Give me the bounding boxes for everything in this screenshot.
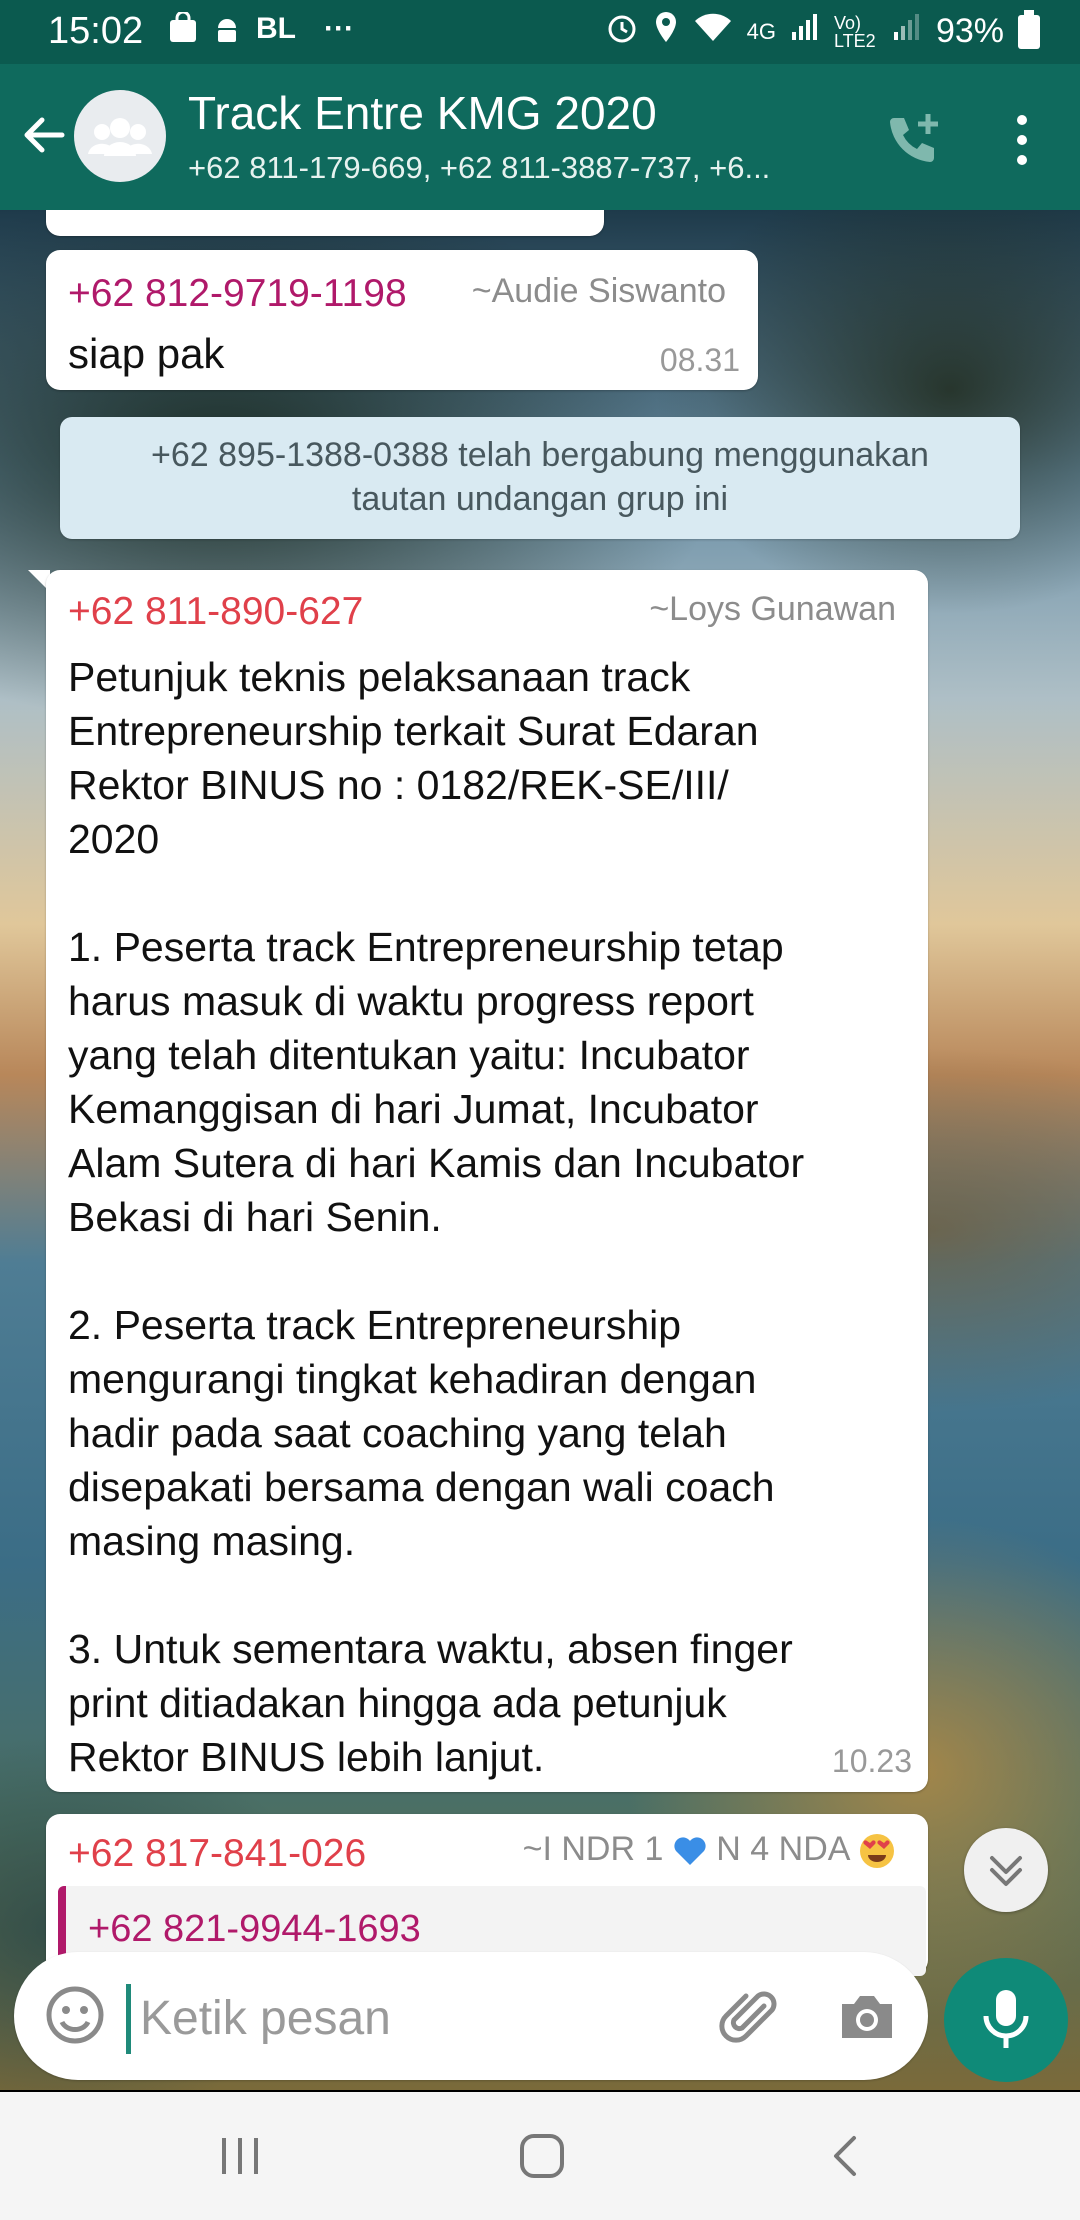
message-bubble-cutoff[interactable] [46,210,604,236]
text-cursor [126,1984,131,2054]
heart-eyes-emoji-icon [858,1830,896,1869]
system-notice-line2: tautan undangan grup ini [351,480,729,518]
location-icon [653,10,679,53]
message-line: 2. Peserta track Entrepreneurship [68,1302,682,1348]
message-line: hadir pada saat coaching yang telah [68,1410,727,1456]
shopping-bag-icon [168,10,198,52]
quoted-sender: +62 821-9944-1693 [88,1908,421,1950]
status-bar: 15:02 BL ··· 4G Vo) LTE2 93% [0,0,1080,64]
chat-header: Track Entre KMG 2020 +62 811-179-669, +6… [0,64,1080,210]
status-time: 15:02 [48,10,144,52]
message-line: harus masuk di waktu progress report [68,978,754,1024]
message-line: Rektor BINUS lebih lanjut. [68,1734,545,1780]
network-type: 4G [746,18,776,44]
message-time: 10.23 [831,1743,912,1779]
message-alias: ~I NDR 1 N 4 NDA [523,1830,896,1870]
message-bubble-partial[interactable]: +62 817-841-026 ~I NDR 1 N 4 NDA +62 821… [46,1814,928,1976]
message-bubble[interactable]: +62 812-9719-1198 ~Audie Siswanto siap p… [46,250,758,390]
signal2-icon [892,12,922,51]
message-line: mengurangi tingkat kehadiran dengan [68,1356,757,1402]
message-input[interactable] [138,1980,702,2056]
attach-icon[interactable] [716,1982,786,2052]
message-line-blank [68,1244,928,1298]
mic-icon[interactable] [944,1958,1068,2082]
recents-icon[interactable] [210,2130,270,2182]
system-nav-bar [0,2092,1080,2220]
alias-part-b: N 4 NDA [716,1830,849,1868]
message-line: Kemanggisan di hari Jumat, Incubator [68,1086,759,1132]
message-time: 08.31 [659,342,740,378]
status-left-icons: BL ··· [168,10,354,52]
message-line: Alam Sutera di hari Kamis dan Incubator [68,1140,805,1186]
blue-heart-icon [673,1830,716,1868]
signal-icon [790,12,820,51]
message-line-blank [68,1568,928,1622]
home-icon[interactable] [512,2130,572,2182]
message-composer [14,1952,928,2080]
chat-title[interactable]: Track Entre KMG 2020 [188,86,657,140]
message-body: Petunjuk teknis pelaksanaan track Entrepr… [68,650,928,1784]
message-bubble-long[interactable]: +62 811-890-627 ~Loys Gunawan Petunjuk t… [46,570,928,1792]
message-line: Rektor BINUS no : 0182/REK-SE/III/ [68,762,729,808]
carrier-label: BL [256,12,296,45]
status-right-icons: 4G Vo) LTE2 93% [605,9,1040,53]
message-line: Bekasi di hari Senin. [68,1194,442,1240]
alias-part-a: ~I NDR 1 [522,1830,664,1868]
emoji-icon[interactable] [40,1980,110,2050]
chat-area[interactable]: +62 812-9719-1198 ~Audie Siswanto siap p… [0,210,1080,2090]
message-line: masing masing. [68,1518,356,1564]
more-notifications: ··· [324,12,354,45]
message-alias: ~Loys Gunawan [649,590,896,628]
wifi-icon [693,11,733,52]
message-sender[interactable]: +62 811-890-627 [68,590,363,634]
volte-label: Vo) LTE2 [833,12,876,51]
android-icon [212,12,242,52]
battery-percent: 93% [935,12,1004,50]
message-line: Entrepreneurship terkait Surat Edaran [68,708,759,754]
message-line-blank [68,866,928,920]
message-text: siap pak [68,330,225,377]
message-line: 1. Peserta track Entrepreneurship tetap [68,924,784,970]
battery-icon [1018,9,1040,49]
back-arrow-icon[interactable] [18,110,68,160]
message-sender[interactable]: +62 812-9719-1198 [68,272,407,316]
scroll-down-icon[interactable] [964,1828,1048,1912]
chat-participants[interactable]: +62 811-179-669, +62 811-3887-737, +6... [188,150,848,186]
message-line: print ditiadakan hingga ada petunjuk [68,1680,727,1726]
alarm-icon [605,10,639,53]
system-notice-line1: +62 895-1388-0388 telah bergabung menggu… [151,436,929,474]
system-notice: +62 895-1388-0388 telah bergabung menggu… [60,417,1020,539]
add-call-icon[interactable] [880,108,944,172]
message-line: 3. Untuk sementara waktu, absen finger [68,1626,793,1672]
group-avatar-icon[interactable] [74,90,166,182]
more-vert-icon[interactable] [1004,112,1040,168]
message-alias: ~Audie Siswanto [471,272,726,310]
message-line: 2020 [68,816,160,862]
message-line: Petunjuk teknis pelaksanaan track [68,654,691,700]
back-nav-icon[interactable] [816,2130,876,2182]
message-line: yang telah ditentukan yaitu: Incubator [68,1032,750,1078]
message-sender[interactable]: +62 817-841-026 [68,1832,366,1876]
camera-icon[interactable] [832,1982,902,2052]
message-line: disepakati bersama dengan wali coach [68,1464,775,1510]
